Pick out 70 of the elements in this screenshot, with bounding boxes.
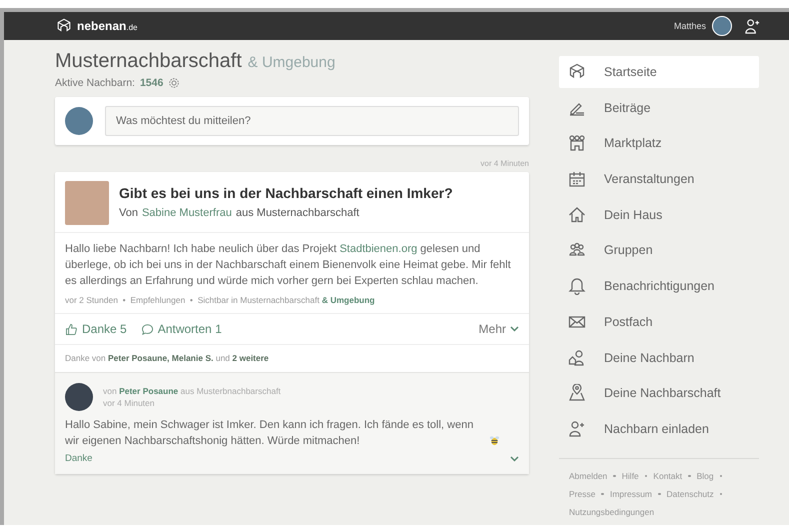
sidebar-item[interactable]: Gruppen: [559, 234, 759, 266]
avatar: [65, 383, 93, 411]
chevron-down-icon: [510, 456, 519, 462]
post-input-field[interactable]: Was möchtest du mitteilen?: [105, 106, 519, 136]
sidebar-item[interactable]: Veranstaltungen: [559, 163, 759, 196]
reply-thanks-link[interactable]: Danke: [65, 453, 92, 464]
text-link[interactable]: Stadtbienen.org: [340, 243, 418, 255]
avatar[interactable]: [712, 16, 732, 36]
more-button[interactable]: Mehr: [478, 322, 519, 336]
footer-link[interactable]: Datenschutz: [666, 486, 714, 502]
footer-link[interactable]: Blog: [696, 468, 714, 484]
logo[interactable]: nebenan.de: [56, 18, 138, 34]
footer-link[interactable]: Impressum: [610, 486, 652, 502]
footer-link[interactable]: Abmelden: [569, 468, 608, 484]
thanked-by-text: Danke von Peter Posaune, Melanie S. und 2 weitere: [64, 352, 270, 365]
active-label: Aktive Nachbarn:: [55, 77, 135, 89]
photo-placeholder: [65, 181, 109, 225]
footer-link[interactable]: Nutzungsbedingungen: [569, 504, 654, 520]
person-add-icon: [568, 420, 586, 438]
post-text: Hallo liebe Nachbarn! Ich habe neulich über das Projekt Stadtbienen.org gelesen und überlege, ob ich bei uns in der Nachbarschaft einem Bienenvolk eine Heimat gebe. Mir fehlt es allerdings an Erfahrung und würde mich vorher gern bei Experten schlau machen.: [64, 242, 512, 289]
neighbors-icon: [568, 348, 586, 366]
thumbs-up-icon: [65, 322, 78, 336]
separator-dot: [688, 474, 691, 478]
sidebar-item[interactable]: Dein Haus: [559, 198, 759, 231]
timestamp: vor 4 Minuten: [480, 159, 529, 168]
house-icon: [568, 206, 586, 224]
map-pin-icon: [568, 384, 586, 402]
separator-dot: [720, 492, 722, 496]
bee-icon: [489, 435, 500, 446]
sidebar-item[interactable]: Postfach: [559, 306, 759, 338]
sidebar-item[interactable]: Deine Nachbarschaft: [559, 377, 759, 410]
sidebar-item[interactable]: Beiträge: [559, 92, 759, 124]
post-meta: vor 2 Stunden • Empfehlungen • Sichtbar in Musternachbarschaft & Umgebung: [55, 295, 529, 314]
person-add-icon: [744, 18, 761, 34]
sidebar-item[interactable]: Marktplatz: [559, 127, 759, 160]
user-name[interactable]: Matthes: [674, 21, 706, 31]
speech-bubble-icon: [140, 322, 154, 336]
reply-text: Hallo Sabine, mein Schwager ist Imker. Den kann ich fragen. Ich fände es toll, wenn wir eigenen Nachbarschaftshonig hätten. Würde mitmachen!: [65, 418, 474, 449]
title-suffix: & Umgebung: [248, 54, 336, 71]
reply-time: vor 4 Minuten: [103, 397, 156, 409]
replies-button[interactable]: Antworten 1: [140, 322, 222, 336]
separator-dot: [658, 492, 661, 496]
avatar: [65, 107, 93, 135]
page-title: Musternachbarschaft: [55, 50, 242, 73]
calendar-icon: [568, 170, 586, 188]
sidebar-item[interactable]: Nachbarn einladen: [559, 412, 759, 445]
separator-dot: [601, 492, 604, 496]
settings-icon: [168, 77, 180, 89]
chevron-down-icon: [510, 326, 519, 332]
thanks-button[interactable]: Danke 5: [65, 322, 127, 336]
sidebar-item[interactable]: Benachrichtigungen: [559, 270, 759, 302]
logo-text: nebenan.de: [77, 19, 138, 33]
reply-author: von Peter Posaune aus Musterbnachbarschaft: [103, 385, 281, 397]
cube-icon: [568, 63, 586, 81]
separator-dot: [644, 474, 648, 478]
by-label: Von: [119, 207, 138, 219]
author-origin: aus Musternachbarschaft: [236, 207, 360, 219]
post-title: Gibt es bei uns in der Nachbarschaft einen Imker?: [119, 185, 453, 201]
separator-dot: [720, 474, 722, 478]
sidebar-item[interactable]: Deine Nachbarn: [559, 342, 759, 374]
bell-icon: [568, 277, 586, 296]
market-stall-icon: [568, 134, 586, 152]
separator-dot: [613, 474, 616, 478]
author-link[interactable]: Sabine Musterfrau: [142, 207, 232, 219]
footer-link[interactable]: Kontakt: [653, 468, 682, 484]
cube-icon: [56, 18, 72, 34]
footer-link[interactable]: Presse: [569, 486, 596, 502]
sidebar-item[interactable]: Startseite: [559, 56, 759, 88]
active-count: 1546: [140, 77, 164, 89]
footer-link[interactable]: Hilfe: [622, 468, 639, 484]
